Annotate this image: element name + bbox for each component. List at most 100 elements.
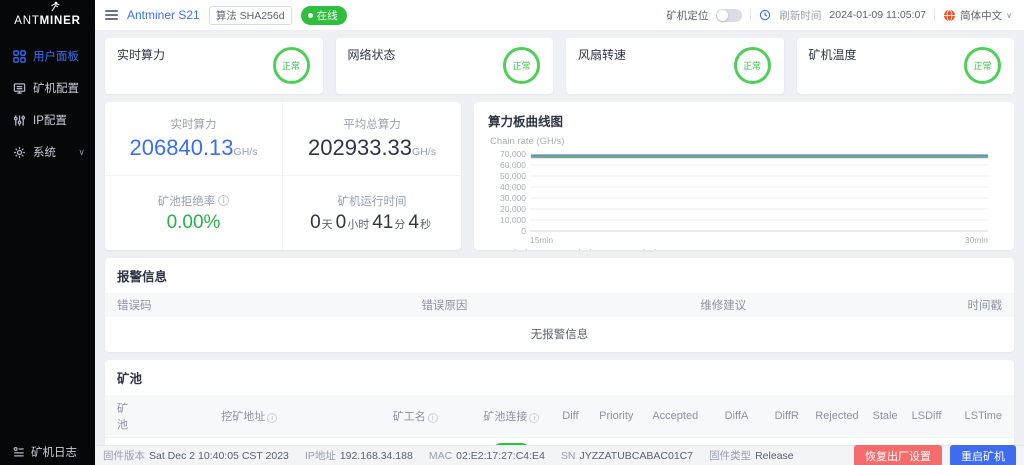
pool-diffa: 454312: [708, 437, 765, 445]
card-realtime-hashrate: 实时算力 正常: [105, 38, 323, 94]
language-selector[interactable]: 简体中文 ∨: [943, 8, 1012, 23]
pool-status: 正常: [472, 437, 551, 445]
stat-value: 206840.13GH/s: [129, 135, 258, 160]
serial-number: SN JYZZATUBCABAC01C7: [560, 449, 694, 462]
x-tick-start: 15min: [530, 235, 553, 245]
status-cards-row: 实时算力 正常 网络状态 正常 风扇转速 正常 矿机温度 正常: [105, 38, 1014, 94]
alarm-col-error-code: 错误码: [117, 300, 152, 312]
hamburger-menu-icon[interactable]: [105, 10, 118, 20]
refresh-time-value: 2024-01-09 11:05:07: [829, 9, 927, 21]
col-accepted: Accepted: [642, 395, 709, 438]
ip-address: IP地址 192.168.34.188: [304, 450, 413, 462]
pool-diff: 1: [550, 437, 591, 445]
sidebar-item-miner-config[interactable]: 矿机配置: [0, 72, 95, 104]
col-url: 挖矿地址 i: [139, 395, 359, 438]
firmware-type: 固件类型 Release: [709, 450, 794, 462]
factory-reset-button[interactable]: 恢复出厂设置: [854, 444, 942, 465]
chart-legend: chain0 chain1 chain2: [488, 249, 1000, 250]
info-icon: i: [218, 195, 230, 206]
pool-diffr: 0: [764, 437, 809, 445]
line-chart: 70,000 60,000 50,000 40,000 30,000 20,00…: [500, 149, 988, 245]
col-diff: Diff: [550, 395, 591, 438]
log-icon: [13, 447, 24, 457]
pool-worker: microbtinitial: [358, 437, 473, 445]
svg-text:70,000: 70,000: [500, 149, 526, 159]
alarm-col-error-reason: 错误原因: [421, 300, 468, 312]
stats-and-chart-row: 实时算力 206840.13GH/s 平均总算力 202933.33GH/s 矿…: [105, 102, 1014, 250]
algorithm-tag: 算法 SHA256d: [208, 5, 292, 25]
col-stale: Stale: [865, 395, 905, 438]
chart-title: 算力板曲线图: [488, 115, 564, 129]
status-ring-badge: 正常: [733, 47, 771, 84]
refresh-time-label: 刷新时间: [779, 9, 822, 22]
refresh-clock-icon: [760, 9, 771, 21]
stat-value: 0天 0小时 41分 4秒: [310, 211, 431, 233]
alarm-panel: 报警信息 错误码 错误原因 维修建议 时间戳 无报警信息: [105, 258, 1014, 352]
sidebar-item-dashboard[interactable]: 用户面板: [0, 40, 95, 72]
locate-toggle[interactable]: [716, 8, 743, 22]
info-icon: i: [529, 413, 540, 423]
brand-wordmark: ANTMINER: [14, 15, 81, 27]
sidebar-item-miner-log[interactable]: 矿机日志: [0, 439, 95, 465]
stat-value: 0.00%: [166, 211, 221, 233]
pool-priority: 0: [590, 437, 643, 445]
sidebar-item-system[interactable]: 系统 ∨: [0, 136, 95, 168]
firmware-version: 固件版本 Sat Dec 2 10:40:05 CST 2023: [103, 450, 289, 462]
col-rejected: Rejected: [808, 395, 866, 438]
svg-text:10,000: 10,000: [500, 215, 526, 225]
pools-title: 矿池: [117, 372, 143, 386]
card-fan-speed: 风扇转速 正常: [566, 38, 784, 94]
mac-address: MAC 02:E2:17:27:C4:E4: [428, 449, 545, 462]
legend-chain1[interactable]: chain1: [552, 249, 602, 250]
alarm-col-timestamp: 时间戳: [967, 300, 1002, 312]
svg-text:30,000: 30,000: [500, 193, 526, 203]
stat-label: 平均总算力: [343, 119, 401, 131]
online-label: 在线: [316, 9, 338, 22]
stat-value: 202933.33GH/s: [308, 135, 436, 160]
pool-accepted: 454312: [642, 437, 709, 445]
locate-label: 矿机定位: [666, 9, 709, 22]
stat-label: 实时算力: [170, 119, 217, 131]
online-dot-icon: [307, 12, 313, 18]
sidebar-item-label: 矿机日志: [31, 447, 77, 459]
sidebar-item-label: 系统: [33, 147, 56, 159]
model-name-link[interactable]: Antminer S21: [127, 8, 200, 22]
col-lstime: LSTime: [948, 395, 1014, 438]
system-gear-icon: [13, 146, 26, 159]
card-miner-temperature: 矿机温度 正常: [796, 38, 1014, 94]
alarm-col-repair-advice: 维修建议: [700, 300, 747, 312]
chevron-down-icon: ∨: [1006, 10, 1012, 20]
legend-chain2[interactable]: chain2: [617, 249, 667, 250]
info-icon: i: [427, 413, 438, 423]
sidebar-item-ip-config[interactable]: IP配置: [0, 104, 95, 136]
online-status-badge: 在线: [300, 5, 347, 25]
alarm-table-header: 错误码 错误原因 维修建议 时间戳: [105, 293, 1014, 317]
antminer-logo: ANTMINER: [0, 0, 95, 30]
pools-panel: 矿池 矿池 挖矿地址 i 矿工名 i 矿池连接 i Diff Priority Acc…: [105, 360, 1014, 445]
sidebar-item-label: 矿机配置: [33, 83, 79, 95]
status-ring-badge: 正常: [503, 47, 540, 84]
sidebar-item-label: 用户面板: [33, 51, 79, 63]
footer-bar: 固件版本 Sat Dec 2 10:40:05 CST 2023 IP地址 192.…: [95, 444, 1024, 465]
stat-reject-rate: 矿池拒绝率 i 0.00%: [105, 176, 283, 250]
stat-label: 矿机运行时间: [337, 195, 407, 208]
col-connection: 矿池连接 i: [472, 395, 551, 438]
ip-config-icon: [13, 114, 26, 127]
dashboard-grid-icon: [13, 49, 26, 63]
divider: [934, 9, 936, 21]
legend-chain0[interactable]: chain0: [488, 249, 538, 250]
col-diffa: DiffA: [708, 395, 765, 438]
card-network-status: 网络状态 正常: [335, 38, 553, 94]
stat-realtime-hashrate: 实时算力 206840.13GH/s: [105, 102, 283, 176]
pool-url: stratum+tcp://192.168.34.154:3334: [139, 437, 359, 445]
reboot-miner-button[interactable]: 重启矿机: [950, 444, 1016, 465]
status-ring-badge: 正常: [964, 47, 1001, 84]
alarm-title: 报警信息: [117, 270, 168, 284]
hashrate-stats-panel: 实时算力 206840.13GH/s 平均总算力 202933.33GH/s 矿…: [105, 102, 461, 250]
svg-text:0: 0: [521, 226, 526, 236]
alarm-empty-text: 无报警信息: [530, 329, 589, 341]
sidebar-menu: 用户面板 矿机配置 IP配置 系统 ∨: [0, 40, 95, 168]
sidebar: ANTMINER 用户面板 矿机配置 IP配置 系统 ∨ 矿机日志: [0, 0, 95, 465]
status-ring-badge: 正常: [272, 47, 310, 84]
toggle-knob: [717, 9, 729, 21]
